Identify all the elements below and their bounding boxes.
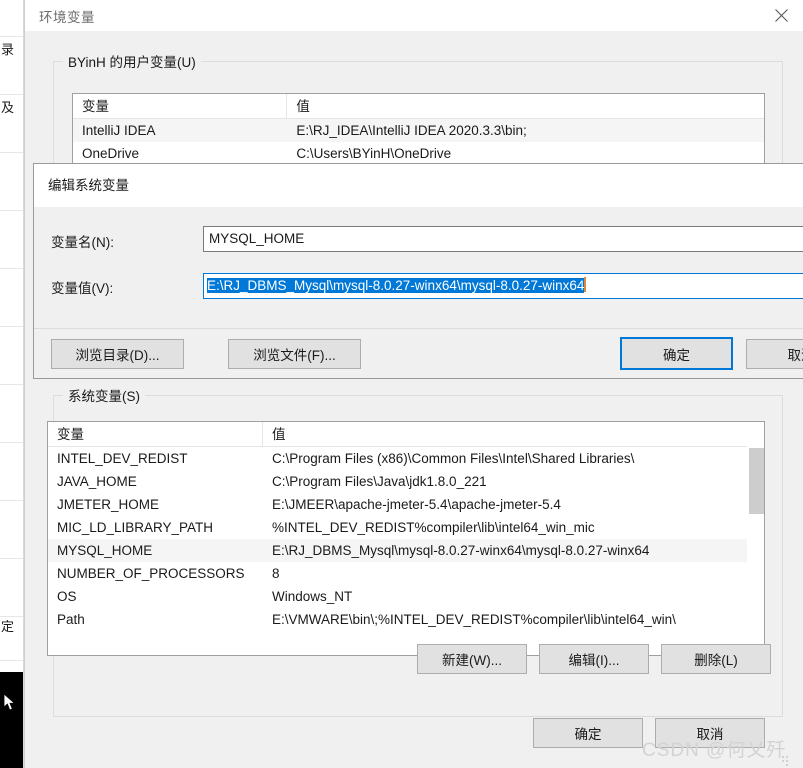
- window-body: BYinH 的用户变量(U) 变量 值 IntelliJ IDEA E:\RJ_…: [25, 31, 803, 768]
- browse-directory-button[interactable]: 浏览目录(D)...: [51, 339, 184, 369]
- cell-value: C:\Users\BYinH\OneDrive: [296, 146, 452, 161]
- variable-value-label: 变量值(V):: [51, 281, 114, 296]
- column-header-variable[interactable]: 变量: [73, 94, 288, 119]
- cell-variable: INTEL_DEV_REDIST: [57, 451, 188, 466]
- browse-file-button[interactable]: 浏览文件(F)...: [228, 339, 361, 369]
- cell-value: %INTEL_DEV_REDIST%compiler\lib\intel64_w…: [272, 520, 595, 535]
- cell-value: Windows_NT: [272, 589, 353, 604]
- watermark-text: CSDN @何乂歼: [642, 740, 787, 761]
- table-row[interactable]: MIC_LD_LIBRARY_PATH %INTEL_DEV_REDIST%co…: [48, 516, 764, 539]
- bg-text-fragment: 录: [1, 43, 15, 57]
- column-header-value[interactable]: 值: [263, 422, 749, 447]
- cell-variable: MIC_LD_LIBRARY_PATH: [57, 520, 214, 535]
- window-titlebar: 环境变量: [25, 0, 803, 31]
- cell-variable: NUMBER_OF_PROCESSORS: [57, 566, 245, 581]
- cell-variable: OneDrive: [82, 146, 140, 161]
- cell-value: C:\Program Files (x86)\Common Files\Inte…: [272, 451, 635, 466]
- edit-dialog-cancel-button[interactable]: 取消: [746, 339, 803, 369]
- variable-value-selected-text: E:\RJ_DBMS_Mysql\mysql-8.0.27-winx64\mys…: [207, 278, 585, 293]
- edit-dialog-title: 编辑系统变量: [48, 178, 129, 193]
- bg-text-fragment: 定: [1, 620, 15, 634]
- table-row[interactable]: Path E:\VMWARE\bin\;%INTEL_DEV_REDIST%co…: [48, 608, 764, 631]
- ok-button[interactable]: 确定: [533, 718, 643, 748]
- cell-variable: JAVA_HOME: [57, 474, 137, 489]
- edit-button[interactable]: 编辑(I)...: [539, 644, 649, 674]
- cell-value: E:\JMEER\apache-jmeter-5.4\apache-jmeter…: [272, 497, 561, 512]
- edit-dialog-footer: 浏览目录(D)... 浏览文件(F)... 确定 取消: [34, 329, 803, 378]
- column-header-value[interactable]: 值: [287, 94, 764, 119]
- background-dark-region: [0, 672, 23, 768]
- text-caret: [584, 277, 587, 292]
- variable-value-input[interactable]: E:\RJ_DBMS_Mysql\mysql-8.0.27-winx64\mys…: [203, 273, 803, 299]
- table-row[interactable]: OneDrive C:\Users\BYinH\OneDrive: [73, 142, 764, 165]
- cell-value: 8: [272, 566, 280, 581]
- cell-variable: OS: [57, 589, 77, 604]
- table-row[interactable]: NUMBER_OF_PROCESSORS 8: [48, 562, 764, 585]
- system-variables-legend: 系统变量(S): [63, 385, 145, 405]
- edit-dialog-ok-button[interactable]: 确定: [620, 337, 733, 370]
- table-row[interactable]: OS Windows_NT: [48, 585, 764, 608]
- cell-value: E:\RJ_IDEA\IntelliJ IDEA 2020.3.3\bin;: [296, 123, 527, 138]
- background-window-strip: 录 及 定 内: [0, 0, 24, 768]
- table-row[interactable]: IntelliJ IDEA E:\RJ_IDEA\IntelliJ IDEA 2…: [73, 119, 764, 142]
- environment-variables-window: 环境变量 BYinH 的用户变量(U) 变量 值 IntelliJ IDEA E…: [24, 0, 803, 768]
- edit-dialog-body: 变量名(N): MYSQL_HOME 变量值(V): E:\RJ_DBMS_My…: [34, 207, 803, 329]
- table-row[interactable]: JMETER_HOME E:\JMEER\apache-jmeter-5.4\a…: [48, 493, 764, 516]
- table-row[interactable]: INTEL_DEV_REDIST C:\Program Files (x86)\…: [48, 447, 764, 470]
- cell-value: E:\RJ_DBMS_Mysql\mysql-8.0.27-winx64\mys…: [272, 543, 650, 558]
- cell-variable: IntelliJ IDEA: [82, 123, 156, 138]
- edit-system-variable-dialog: 编辑系统变量 变量名(N): MYSQL_HOME 变量值(V): E:\RJ_…: [33, 163, 803, 379]
- edit-dialog-titlebar: 编辑系统变量: [34, 164, 803, 207]
- cell-value: C:\Program Files\Java\jdk1.8.0_221: [272, 474, 487, 489]
- bg-text-fragment: 及: [1, 101, 15, 115]
- cell-value: E:\VMWARE\bin\;%INTEL_DEV_REDIST%compile…: [272, 612, 676, 627]
- window-title: 环境变量: [39, 9, 95, 25]
- cell-variable: JMETER_HOME: [57, 497, 160, 512]
- system-variables-scrollbar[interactable]: [747, 422, 764, 655]
- delete-button[interactable]: 删除(L): [661, 644, 771, 674]
- mouse-cursor-icon: [4, 694, 16, 711]
- table-row-selected[interactable]: MYSQL_HOME E:\RJ_DBMS_Mysql\mysql-8.0.27…: [48, 539, 764, 562]
- user-variables-legend: BYinH 的用户变量(U): [63, 51, 201, 71]
- screenshot-root: 录 及 定 内 环境变量 BYinH 的用户变量(U): [0, 0, 803, 768]
- new-button[interactable]: 新建(W)...: [417, 644, 527, 674]
- user-variables-header: 变量 值: [73, 94, 764, 119]
- scrollbar-thumb[interactable]: [749, 448, 764, 514]
- cell-variable: Path: [57, 612, 85, 627]
- watermark-dots: [782, 756, 791, 766]
- cell-variable: MYSQL_HOME: [57, 543, 153, 558]
- column-header-variable[interactable]: 变量: [48, 422, 263, 447]
- table-row[interactable]: JAVA_HOME C:\Program Files\Java\jdk1.8.0…: [48, 470, 764, 493]
- variable-name-label: 变量名(N):: [51, 235, 114, 250]
- variable-name-input[interactable]: MYSQL_HOME: [203, 226, 803, 252]
- system-variables-header: 变量 值: [48, 422, 764, 447]
- close-icon[interactable]: [758, 0, 803, 31]
- system-variables-list[interactable]: 变量 值 INTEL_DEV_REDIST C:\Program Files (…: [47, 421, 765, 656]
